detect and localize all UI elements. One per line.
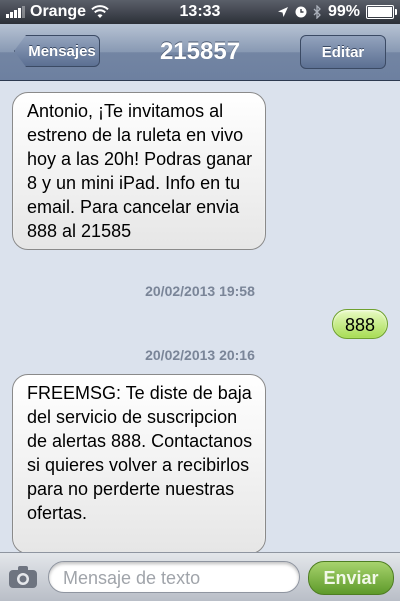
battery-level (368, 7, 392, 17)
send-button[interactable]: Enviar (308, 561, 394, 595)
bluetooth-icon (313, 5, 321, 19)
alarm-icon (295, 6, 307, 18)
message-timestamp: 20/02/2013 19:58 (145, 283, 255, 299)
navigation-bar: Mensajes 215857 Editar (0, 24, 400, 81)
compose-bar: Mensaje de texto Enviar (0, 552, 400, 601)
camera-button[interactable] (6, 562, 40, 592)
incoming-message[interactable]: FREEMSG: Te diste de baja del servicio d… (12, 374, 266, 554)
outgoing-message[interactable]: 888 (331, 309, 388, 339)
battery-icon (366, 5, 397, 19)
location-arrow-icon (277, 7, 288, 17)
incoming-message[interactable]: Antonio, ¡Te invitamos al estreno de la … (12, 92, 266, 250)
message-text-input[interactable]: Mensaje de texto (48, 561, 300, 593)
status-bar: Orange 13:33 99% (0, 0, 400, 24)
status-right: 99% (277, 3, 397, 21)
edit-button[interactable]: Editar (300, 35, 386, 69)
message-timestamp: 20/02/2013 20:16 (145, 347, 255, 363)
camera-icon (9, 566, 37, 588)
battery-percent: 99% (327, 3, 360, 20)
